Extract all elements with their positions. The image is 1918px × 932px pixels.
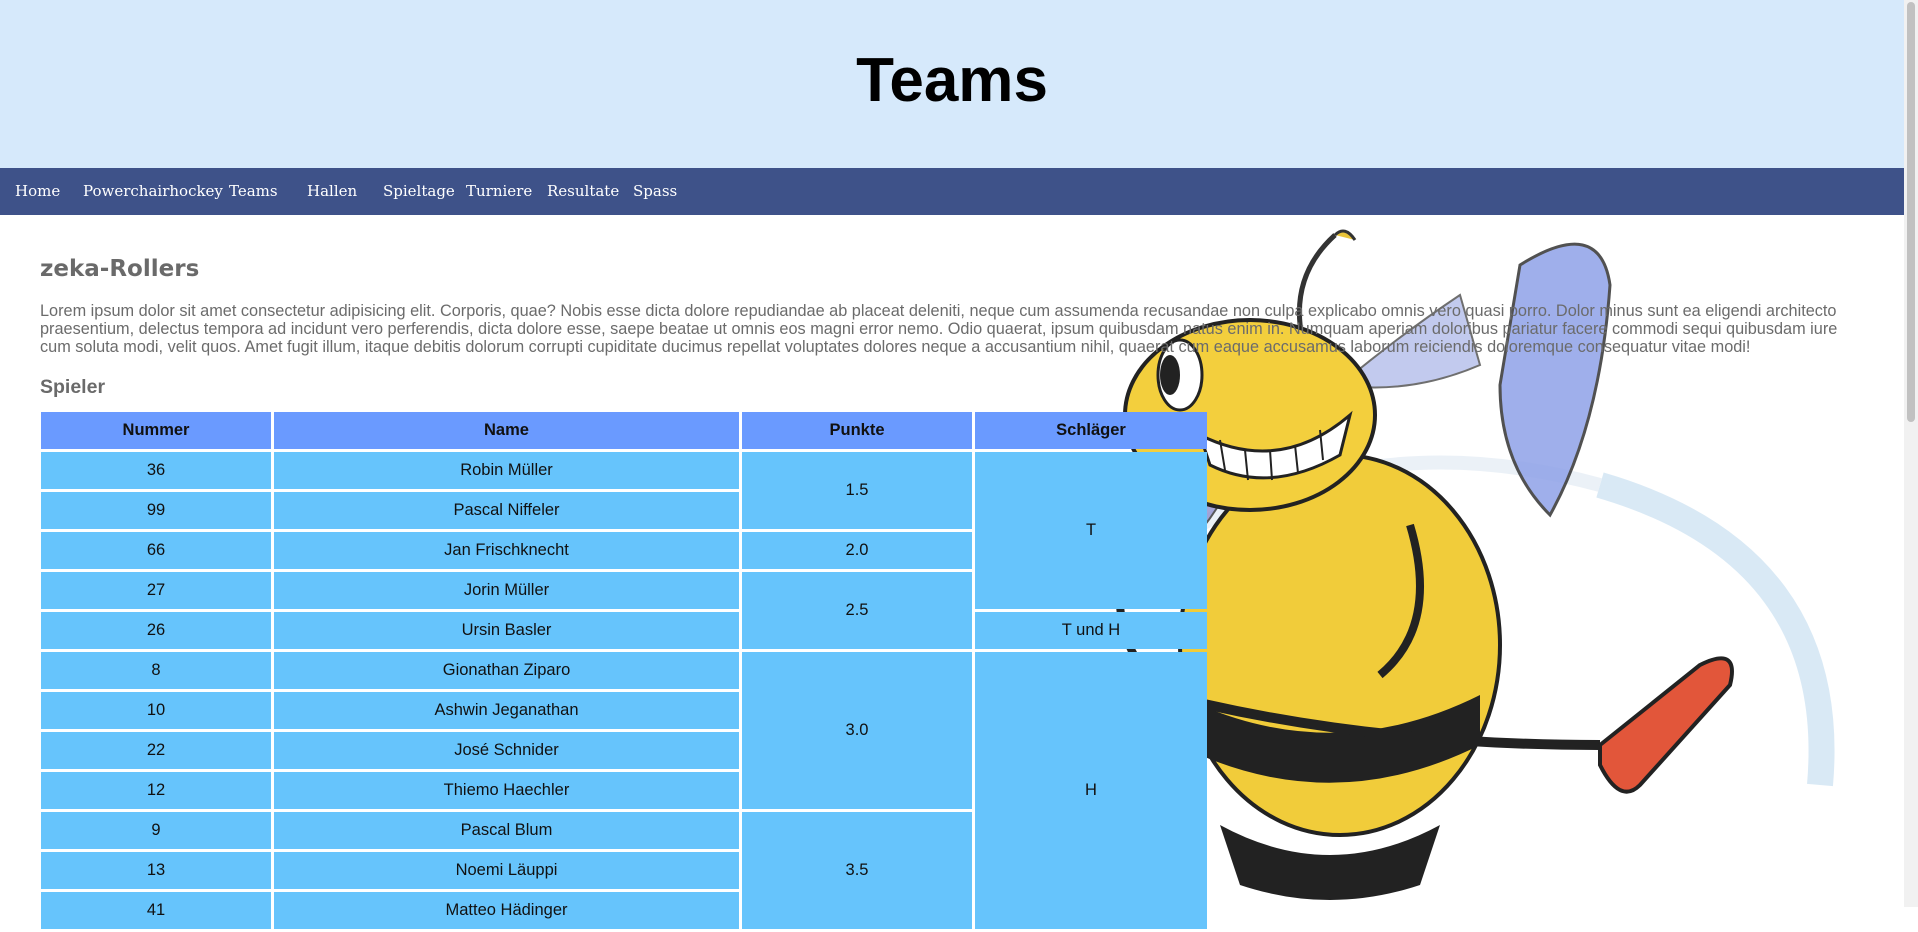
player-number: 10: [41, 692, 271, 729]
points-cell: 2.0: [742, 532, 972, 569]
nav-item-home[interactable]: Home: [15, 182, 60, 200]
stick-cell: T und H: [975, 612, 1207, 649]
main-nav: Home Powerchairhockey Teams Hallen Spiel…: [0, 168, 1904, 215]
points-cell: 2.5: [742, 572, 972, 649]
page-scrollbar[interactable]: [1904, 0, 1918, 907]
table-header-row: Nummer Name Punkte Schläger: [41, 412, 1207, 449]
player-number: 12: [41, 772, 271, 809]
points-cell: 3.0: [742, 652, 972, 809]
page-title: Teams: [856, 45, 1048, 115]
player-number: 27: [41, 572, 271, 609]
table-row: 36 Robin Müller 1.5 T: [41, 452, 1207, 609]
players-table: Nummer Name Punkte Schläger 36 Robin Mül…: [38, 409, 1210, 932]
points-cell: 1.5: [742, 452, 972, 529]
player-number: 13: [41, 852, 271, 889]
header-stick: Schläger: [975, 412, 1207, 449]
player-name: Ursin Basler: [274, 612, 739, 649]
points-cell: 3.5: [742, 812, 972, 929]
header-points: Punkte: [742, 412, 972, 449]
player-number: 41: [41, 892, 271, 929]
table-row: 26 Ursin Basler T und H: [41, 612, 1207, 649]
player-name: Noemi Läuppi: [274, 852, 739, 889]
player-number: 8: [41, 652, 271, 689]
player-name: Matteo Hädinger: [274, 892, 739, 929]
nav-item-teams[interactable]: Teams: [229, 182, 278, 200]
player-number: 36: [41, 452, 271, 489]
player-number: 26: [41, 612, 271, 649]
nav-item-spass[interactable]: Spass: [633, 182, 677, 200]
header-name: Name: [274, 412, 739, 449]
team-description: Lorem ipsum dolor sit amet consectetur a…: [40, 302, 1838, 356]
player-name: Pascal Niffeler: [274, 492, 739, 529]
player-number: 9: [41, 812, 271, 849]
nav-item-turniere[interactable]: Turniere: [466, 182, 532, 200]
team-name: zeka-Rollers: [40, 256, 200, 282]
player-name: Robin Müller: [274, 452, 739, 489]
nav-item-hallen[interactable]: Hallen: [307, 182, 357, 200]
scrollbar-thumb[interactable]: [1907, 2, 1915, 422]
stick-cell: H: [975, 652, 1207, 929]
player-name: José Schnider: [274, 732, 739, 769]
player-name: Ashwin Jeganathan: [274, 692, 739, 729]
players-heading: Spieler: [40, 376, 106, 398]
nav-item-resultate[interactable]: Resultate: [547, 182, 619, 200]
player-name: Thiemo Haechler: [274, 772, 739, 809]
nav-item-spieltage[interactable]: Spieltage: [383, 182, 455, 200]
player-name: Jan Frischknecht: [274, 532, 739, 569]
player-number: 99: [41, 492, 271, 529]
player-name: Gionathan Ziparo: [274, 652, 739, 689]
page-header: Teams: [0, 0, 1904, 168]
nav-item-powerchairhockey[interactable]: Powerchairhockey: [83, 182, 223, 200]
player-number: 66: [41, 532, 271, 569]
player-name: Jorin Müller: [274, 572, 739, 609]
player-number: 22: [41, 732, 271, 769]
player-name: Pascal Blum: [274, 812, 739, 849]
stick-cell: T: [975, 452, 1207, 609]
header-number: Nummer: [41, 412, 271, 449]
table-row: 8 Gionathan Ziparo 3.0 H: [41, 652, 1207, 929]
